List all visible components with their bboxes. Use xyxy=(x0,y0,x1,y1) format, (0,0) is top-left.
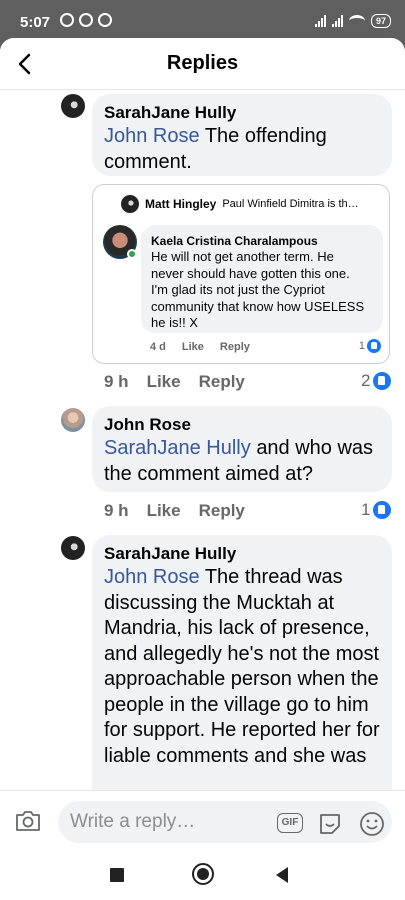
replies-sheet: Replies SarahJane Hully John Rose The of… xyxy=(0,38,405,900)
notification-icon xyxy=(60,13,74,27)
system-back-button[interactable] xyxy=(276,867,288,883)
shared-header-name: Matt Hingley xyxy=(145,197,217,211)
signal-icon xyxy=(331,15,343,27)
comment-bubble: SarahJane Hully John Rose The thread was… xyxy=(92,535,392,815)
shared-comment-author: Kaela Cristina Charalampous xyxy=(151,234,318,248)
recent-apps-button[interactable] xyxy=(110,868,124,882)
like-reaction-icon xyxy=(373,372,392,390)
shared-comment-line: never should have gotten this one. xyxy=(151,265,350,281)
signal-icon xyxy=(314,15,326,27)
reply-action: Reply xyxy=(219,341,250,353)
alarm-icon xyxy=(79,13,93,27)
reply-button[interactable]: Reply xyxy=(199,372,245,392)
mention-link[interactable]: John Rose xyxy=(104,125,200,147)
comment-bubble: John Rose SarahJane Hully and who was th… xyxy=(92,406,392,492)
emoji-button[interactable] xyxy=(359,811,385,837)
shared-comment-card[interactable]: Matt Hingley Paul Winfield Dimitra is th… xyxy=(92,184,390,364)
avatar[interactable] xyxy=(61,536,85,560)
shared-comment-line: I'm glad its not just the Cypriot xyxy=(151,282,325,297)
system-icons: 97 xyxy=(314,14,391,28)
comment-text: John Rose The offending comment. xyxy=(104,124,380,175)
timestamp: 4 d xyxy=(150,341,166,353)
comment-body: The thread was discussing the Mucktah at… xyxy=(104,566,380,767)
shared-comment-bubble: Kaela Cristina Charalampous He will not … xyxy=(141,225,383,333)
like-reaction-icon xyxy=(367,339,381,353)
reaction-count: 1 xyxy=(359,339,381,353)
comment-bubble: SarahJane Hully John Rose The offending … xyxy=(92,94,392,176)
camera-button[interactable] xyxy=(14,809,42,833)
like-button[interactable]: Like xyxy=(147,501,181,521)
reaction-count[interactable]: 1 xyxy=(361,500,392,520)
reaction-count[interactable]: 2 xyxy=(361,371,392,391)
reaction-count-value: 2 xyxy=(361,371,371,390)
comment-author[interactable]: John Rose xyxy=(104,414,380,436)
status-time: 5:07 xyxy=(20,14,51,31)
mention-link[interactable]: John Rose xyxy=(104,566,200,588)
shared-comment-line: He will not get another term. He xyxy=(151,249,334,264)
reply-button[interactable]: Reply xyxy=(199,501,245,521)
like-button[interactable]: Like xyxy=(147,372,181,392)
page-title: Replies xyxy=(166,52,239,74)
like-action: Like xyxy=(181,341,204,353)
like-reaction-icon xyxy=(373,501,392,519)
notification-icons xyxy=(60,13,112,27)
reaction-count-value: 1 xyxy=(361,500,371,519)
avatar xyxy=(121,195,139,213)
comment-meta: 9 h Like Reply xyxy=(104,372,245,392)
header: Replies xyxy=(0,38,405,90)
gif-button[interactable]: GIF xyxy=(277,813,303,833)
shared-header-snippet: Paul Winfield Dimitra is th… xyxy=(222,198,359,210)
shared-comment-meta: 4 d Like Reply xyxy=(150,341,250,353)
comment-text: John Rose The thread was discussing the … xyxy=(104,565,380,769)
sticker-button[interactable] xyxy=(317,811,343,835)
sticker-icon xyxy=(320,814,340,834)
reaction-count-value: 1 xyxy=(358,340,365,352)
shared-header: Matt Hingley Paul Winfield Dimitra is th… xyxy=(121,195,359,213)
emoji-icon xyxy=(360,812,384,836)
shared-comment-line: community that know how USELESS xyxy=(151,298,365,314)
comment-meta: 9 h Like Reply xyxy=(104,501,245,521)
online-status-icon xyxy=(127,249,137,259)
battery-icon: 97 xyxy=(370,14,391,28)
comment-author[interactable]: SarahJane Hully xyxy=(104,102,380,124)
reply-composer: GIF xyxy=(0,790,405,850)
mention-link[interactable]: SarahJane Hully xyxy=(104,437,251,459)
home-button[interactable] xyxy=(192,863,214,885)
timestamp: 9 h xyxy=(104,501,129,520)
avatar[interactable] xyxy=(61,94,85,118)
timestamp: 9 h xyxy=(104,372,129,391)
system-navigation-bar xyxy=(0,850,405,900)
messenger-icon xyxy=(98,13,112,27)
comment-author[interactable]: SarahJane Hully xyxy=(104,543,380,565)
shared-comment-line: he is!! X xyxy=(151,315,198,330)
comment-text: SarahJane Hully and who was the comment … xyxy=(104,436,380,487)
camera-icon xyxy=(16,811,40,831)
avatar[interactable] xyxy=(61,408,85,432)
wifi-icon xyxy=(348,15,365,27)
